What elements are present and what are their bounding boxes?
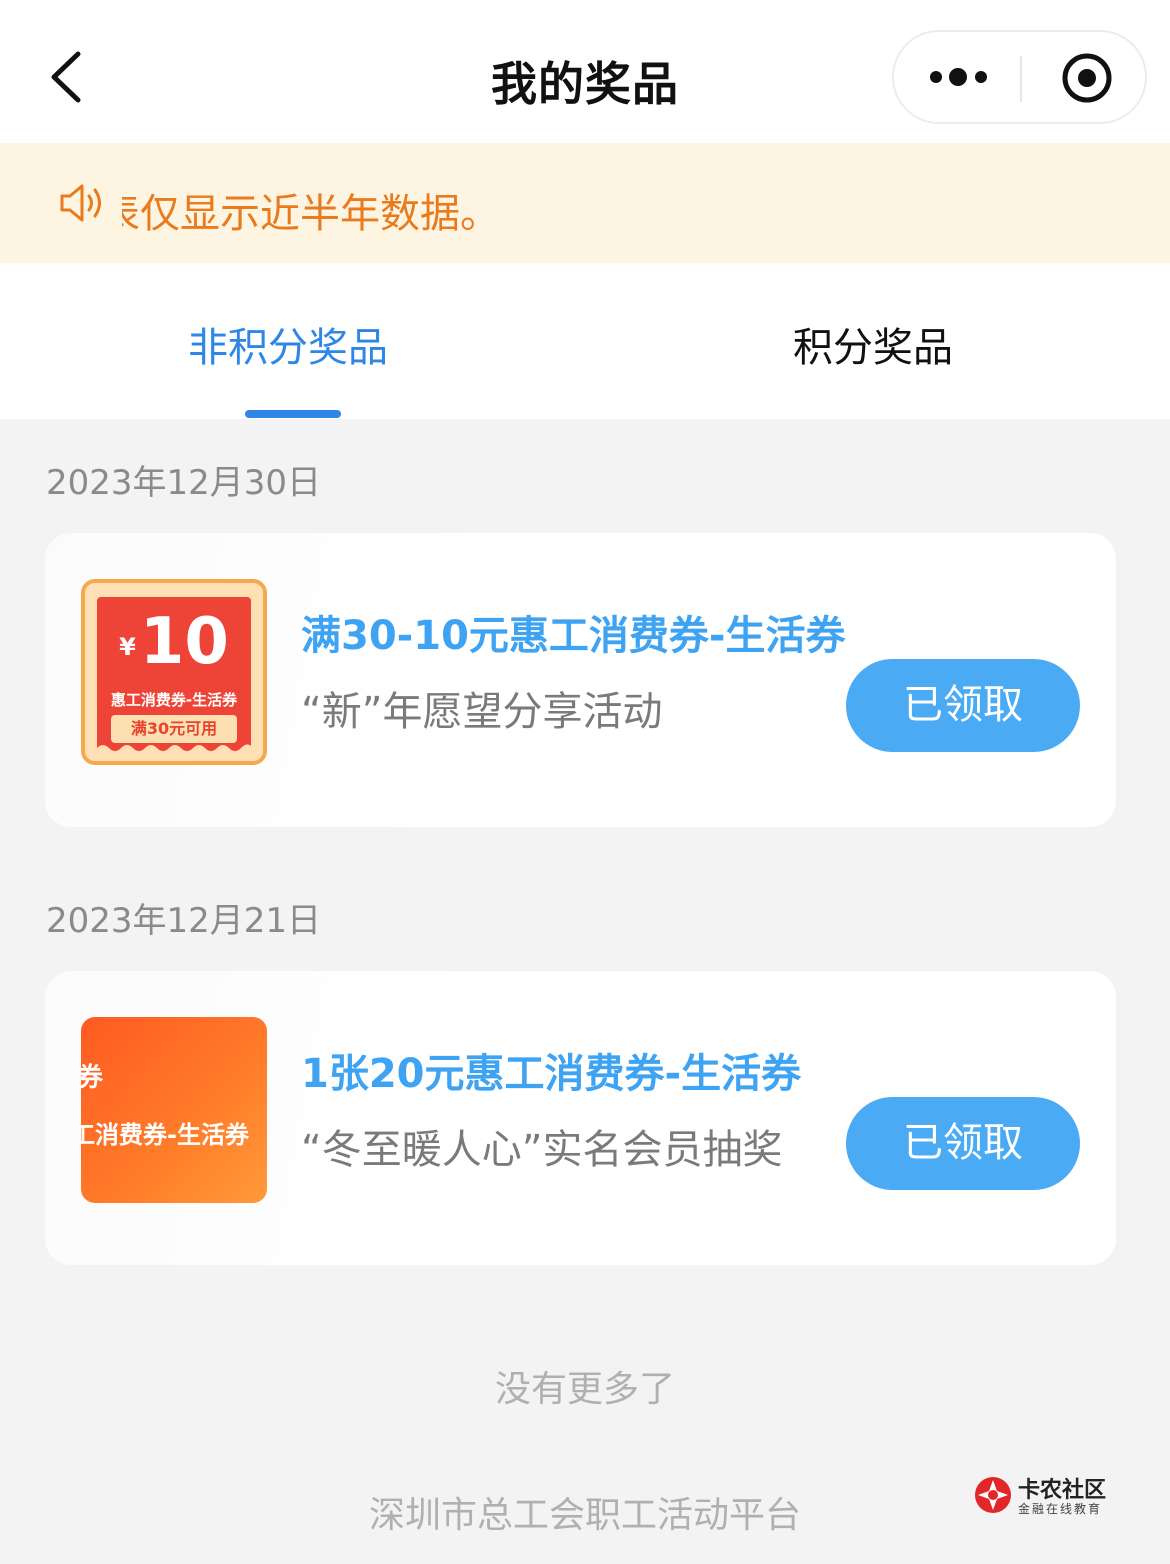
coupon-condition: 满30元可用	[111, 715, 237, 743]
more-dots-icon	[930, 68, 987, 86]
active-tab-indicator	[245, 410, 341, 418]
coupon-wave-edge	[97, 744, 251, 754]
target-circle-icon	[1062, 53, 1112, 103]
coupon-amount: ¥10	[97, 605, 251, 679]
prize-description: “新”年愿望分享活动	[301, 689, 663, 735]
currency-symbol: ¥	[119, 633, 136, 661]
watermark-subtitle: 金融在线教育	[1018, 1502, 1103, 1516]
prize-date: 2023年12月30日	[46, 463, 322, 503]
coupon-thumbnail: ¥10 惠工消费券-生活券 满30元可用	[81, 579, 267, 765]
prize-date: 2023年12月21日	[46, 901, 322, 941]
prize-title: 1张20元惠工消费券-生活券	[301, 1051, 802, 1097]
coupon-subtitle: 惠工消费券-生活券	[110, 691, 238, 709]
notice-bar: 表仅显示近半年数据。	[0, 143, 1170, 263]
kanong-logo-icon	[975, 1477, 1011, 1513]
close-mini-program-button[interactable]	[1044, 32, 1134, 122]
navbar: 我的奖品	[0, 0, 1170, 143]
capsule-divider	[1020, 56, 1022, 102]
watermark: 卡农社区 金融在线教育	[972, 1470, 1122, 1520]
notice-text: 表仅显示近半年数据。	[122, 191, 500, 237]
speaker-icon	[60, 184, 101, 222]
no-more-text: 没有更多了	[494, 1369, 675, 1410]
claimed-button[interactable]: 已领取	[846, 1097, 1080, 1190]
coupon-thumbnail: 券 工消费券-生活券	[81, 1017, 267, 1203]
claimed-button[interactable]: 已领取	[846, 659, 1080, 752]
notice-text-viewport: 表仅显示近半年数据。	[122, 143, 1170, 263]
tab-points-prizes[interactable]: 积分奖品	[793, 315, 953, 373]
tab-bar: 非积分奖品 积分奖品	[0, 263, 1170, 419]
prize-description: “冬至暖人心”实名会员抽奖	[301, 1127, 783, 1173]
coupon-label: 工消费券-生活券	[81, 1121, 249, 1149]
prize-card[interactable]: ¥10 惠工消费券-生活券 满30元可用 满30-10元惠工消费券-生活券 “新…	[45, 533, 1116, 827]
prize-title: 满30-10元惠工消费券-生活券	[301, 613, 846, 659]
more-button[interactable]	[914, 32, 1019, 122]
mini-program-capsule	[892, 30, 1147, 124]
coupon-symbol: 券	[81, 1063, 104, 1093]
tab-non-points-prizes[interactable]: 非积分奖品	[188, 315, 388, 373]
prize-card[interactable]: 券 工消费券-生活券 1张20元惠工消费券-生活券 “冬至暖人心”实名会员抽奖 …	[45, 971, 1116, 1265]
coupon-face: ¥10 惠工消费券-生活券 满30元可用	[97, 597, 251, 754]
coupon-value: 10	[139, 605, 229, 679]
